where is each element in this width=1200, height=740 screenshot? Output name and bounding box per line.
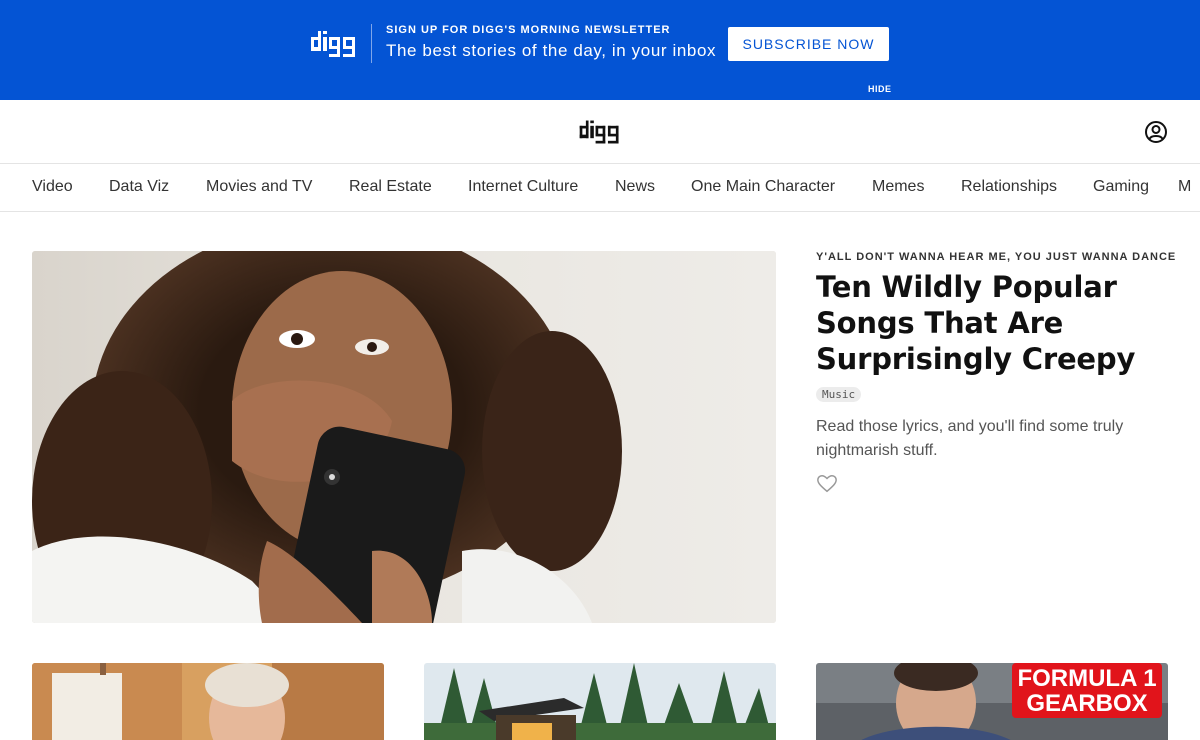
nav-item-memes[interactable]: Memes: [872, 178, 924, 196]
nav-item-video[interactable]: Video: [32, 178, 73, 196]
newsletter-banner: SIGN UP FOR DIGG'S MORNING NEWSLETTER Th…: [0, 0, 1200, 100]
story-card[interactable]: FORMULA 1 GEARBOX: [816, 663, 1168, 740]
subscribe-button[interactable]: SUBSCRIBE NOW: [728, 27, 889, 61]
hero-image[interactable]: [32, 251, 776, 623]
heart-icon[interactable]: [816, 473, 838, 495]
formula1-gearbox-photo: FORMULA 1GEARBOX: [816, 663, 1168, 740]
hero-photo-illustration: [32, 251, 776, 623]
user-circle-icon[interactable]: [1143, 119, 1169, 145]
digg-logo: [311, 31, 355, 57]
forest-cabin-photo: [424, 663, 776, 740]
nav-item-gaming[interactable]: Gaming: [1093, 178, 1149, 196]
story-card[interactable]: [424, 663, 776, 740]
nav-item-more[interactable]: M: [1178, 178, 1191, 196]
nav-item-data-viz[interactable]: Data Viz: [109, 178, 169, 196]
nav-item-movies-and-tv[interactable]: Movies and TV: [206, 178, 312, 196]
article-headline[interactable]: Ten Wildly Popular Songs That Are Surpri…: [816, 269, 1176, 377]
article-eyebrow: Y'ALL DON'T WANNA HEAR ME, YOU JUST WANN…: [816, 251, 1177, 263]
card-overlay-text: FORMULA 1: [1017, 665, 1156, 692]
article-dek: Read those lyrics, and you'll find some …: [816, 418, 1124, 459]
nav-item-news[interactable]: News: [615, 178, 655, 196]
older-man-photo: [32, 663, 384, 740]
nav-item-one-main-character[interactable]: One Main Character: [691, 178, 835, 196]
story-card[interactable]: [32, 663, 384, 740]
hide-banner-link[interactable]: HIDE: [868, 84, 892, 94]
card-overlay-text: GEARBOX: [1026, 690, 1147, 717]
banner-kicker: SIGN UP FOR DIGG'S MORNING NEWSLETTER: [386, 24, 671, 36]
digg-logo[interactable]: [575, 117, 625, 147]
banner-divider: [371, 24, 372, 63]
hero-article: Y'ALL DON'T WANNA HEAR ME, YOU JUST WANN…: [816, 251, 1176, 500]
site-header: [0, 100, 1200, 164]
nav-item-internet-culture[interactable]: Internet Culture: [468, 178, 578, 196]
banner-pitch: The best stories of the day, in your inb…: [386, 41, 717, 60]
nav-item-relationships[interactable]: Relationships: [961, 178, 1057, 196]
article-tag[interactable]: Music: [816, 387, 862, 402]
category-nav: Video Data Viz Movies and TV Real Estate…: [0, 164, 1200, 212]
nav-item-real-estate[interactable]: Real Estate: [349, 178, 432, 196]
